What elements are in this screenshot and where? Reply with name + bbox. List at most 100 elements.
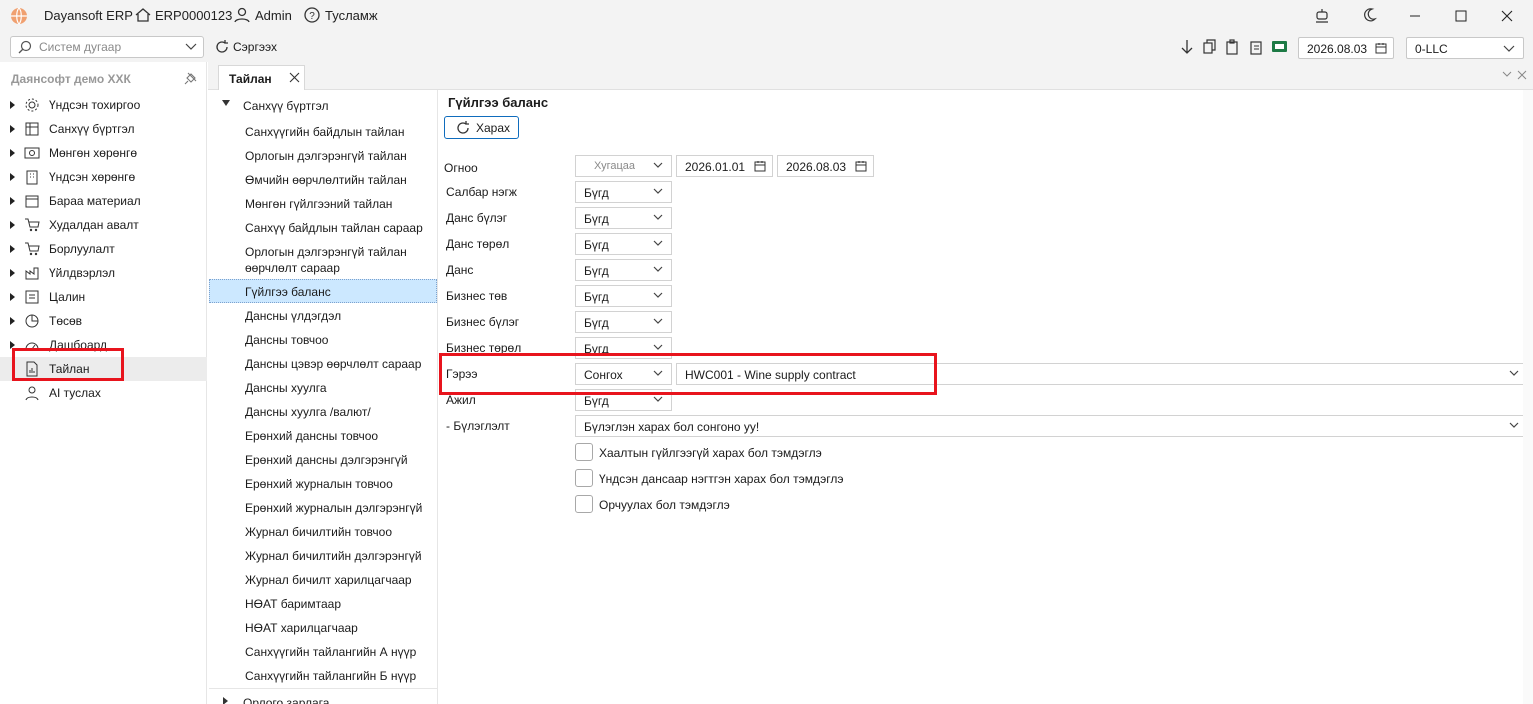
expand-arrow-icon[interactable] (10, 101, 15, 109)
expand-arrow-icon[interactable] (10, 317, 15, 325)
expand-arrow-icon[interactable] (10, 269, 15, 277)
help-icon[interactable]: ? (303, 6, 321, 24)
business-group-select[interactable]: Бүгд (575, 311, 672, 333)
expand-arrow-icon[interactable] (10, 221, 15, 229)
date-to-picker[interactable]: 2026.08.03 (777, 155, 874, 177)
report-item[interactable]: Санхүү байдлын тайлан сараар (245, 221, 423, 235)
account-group-select[interactable]: Бүгд (575, 207, 672, 229)
expand-arrow-icon[interactable] (223, 697, 228, 704)
report-item[interactable]: Мөнгөн гүйлгээний тайлан (245, 197, 392, 211)
sidebar-item-sales[interactable]: Борлуулалт (0, 237, 207, 261)
report-item[interactable]: Санхүүгийн байдлын тайлан (245, 125, 404, 139)
report-item-selected[interactable]: Гүйлгээ баланс (245, 285, 331, 299)
expand-arrow-icon[interactable] (10, 173, 15, 181)
report-item[interactable]: Ерөнхий журналын товчоо (245, 477, 393, 491)
sidebar-item-purchasing[interactable]: Худалдан авалт (0, 213, 207, 237)
chevron-down-icon[interactable] (1502, 71, 1512, 79)
report-item[interactable]: Санхүүгийн тайлангийн Б нүүр (245, 669, 416, 683)
paste-icon[interactable] (1225, 39, 1241, 55)
close-window-button[interactable] (1484, 0, 1530, 32)
report-item[interactable]: Дансны хуулга /валют/ (245, 405, 371, 419)
report-item[interactable]: Орлогын дэлгэрэнгүй тайлан (245, 149, 407, 163)
branch-label: Салбар нэгж (446, 185, 517, 199)
database-code[interactable]: ERP0000123 (155, 8, 232, 23)
sidebar-item-fixed-assets[interactable]: Үндсэн хөрөнгө (0, 165, 207, 189)
calendar-icon[interactable] (855, 160, 867, 172)
report-item[interactable]: Журнал бичилтийн товчоо (245, 525, 392, 539)
business-group-label: Бизнес бүлэг (446, 315, 520, 329)
branch-select[interactable]: Бүгд (575, 181, 672, 203)
company-select[interactable]: 0-LLC (1406, 37, 1524, 59)
report-item[interactable]: НӨАТ харилцагчаар (245, 621, 358, 635)
chevron-down-icon[interactable] (185, 42, 197, 52)
account-type-select[interactable]: Бүгд (575, 233, 672, 255)
sidebar-item-salary[interactable]: Цалин (0, 285, 207, 309)
expand-arrow-icon[interactable] (10, 149, 15, 157)
report-item[interactable]: Ерөнхий дансны дэлгэрэнгүй (245, 453, 408, 467)
sidebar-item-label: Үндсэн тохиргоо (49, 98, 141, 112)
calendar-icon[interactable] (1375, 42, 1387, 54)
sidebar-item-production[interactable]: Үйлдвэрлэл (0, 261, 207, 285)
sidebar-item-basic-settings[interactable]: Үндсэн тохиргоо (0, 93, 207, 117)
report-item[interactable]: Өмчийн өөрчлөлтийн тайлан (245, 173, 407, 187)
expand-arrow-icon[interactable] (10, 293, 15, 301)
user-name[interactable]: Admin (255, 8, 292, 23)
divider (209, 688, 437, 689)
grouping-select[interactable]: Бүлэглэн харах бол сонгоно уу! (575, 415, 1528, 437)
sidebar-item-finance[interactable]: Санхүү бүртгэл (0, 117, 207, 141)
user-icon[interactable] (233, 6, 251, 24)
account-select[interactable]: Бүгд (575, 259, 672, 281)
tab-report[interactable]: Тайлан (218, 65, 305, 90)
report-item[interactable]: Орлогын дэлгэрэнгүй тайлан (245, 245, 407, 259)
expand-arrow-icon[interactable] (10, 125, 15, 133)
business-center-select[interactable]: Бүгд (575, 285, 672, 307)
close-icon[interactable] (1517, 70, 1527, 80)
excel-export-icon[interactable] (1271, 38, 1288, 55)
maximize-button[interactable] (1438, 0, 1484, 32)
report-group-finance[interactable]: Санхүү бүртгэл (243, 99, 328, 113)
assistant-robot-icon[interactable] (1313, 6, 1331, 24)
help-link[interactable]: Тусламж (325, 8, 378, 23)
salary-icon (25, 290, 39, 304)
translate-checkbox[interactable] (575, 495, 593, 513)
vertical-scrollbar[interactable] (1523, 90, 1533, 704)
collapse-arrow-icon[interactable] (222, 100, 230, 106)
clipboard-icon[interactable] (1248, 39, 1264, 55)
report-item[interactable]: Журнал бичилтийн дэлгэрэнгүй (245, 549, 422, 563)
report-item[interactable]: Дансны үлдэгдэл (245, 309, 341, 323)
sidebar-item-ai-assistant[interactable]: AI туслах (0, 381, 207, 405)
view-button[interactable]: Харах (444, 116, 519, 139)
copy-icon[interactable] (1202, 39, 1218, 55)
sidebar-item-inventory[interactable]: Бараа материал (0, 189, 207, 213)
download-arrow-icon[interactable] (1179, 39, 1195, 55)
report-item[interactable]: Журнал бичилт харилцагчаар (245, 573, 412, 587)
system-number-input[interactable] (39, 39, 179, 55)
dark-mode-moon-icon[interactable] (1360, 6, 1378, 24)
report-item[interactable]: Дансны хуулга (245, 381, 327, 395)
close-tab-icon[interactable] (289, 72, 300, 83)
system-number-search[interactable] (10, 36, 204, 58)
pin-icon[interactable] (183, 72, 197, 86)
report-item[interactable]: Дансны товчоо (245, 333, 328, 347)
minimize-button[interactable] (1392, 0, 1438, 32)
period-select[interactable]: Хугацаа (575, 155, 672, 177)
sidebar-item-budget[interactable]: Төсөв (0, 309, 207, 333)
calendar-icon[interactable] (754, 160, 766, 172)
expand-arrow-icon[interactable] (10, 245, 15, 253)
report-item[interactable]: Ерөнхий журналын дэлгэрэнгүй (245, 501, 422, 515)
chevron-down-icon (653, 344, 663, 350)
exclude-closing-checkbox[interactable] (575, 443, 593, 461)
sidebar-item-cash[interactable]: Мөнгөн хөрөнгө (0, 141, 207, 165)
report-item[interactable]: Дансны цэвэр өөрчлөлт сараар (245, 357, 421, 371)
report-item[interactable]: Ерөнхий дансны товчоо (245, 429, 378, 443)
report-item-line2[interactable]: өөрчлөлт сараар (245, 261, 340, 275)
account-group-value: Бүгд (584, 212, 609, 226)
working-date-picker[interactable]: 2026.08.03 (1298, 37, 1394, 59)
report-group-income[interactable]: Орлого зарлага (243, 696, 329, 704)
report-item[interactable]: НӨАТ баримтаар (245, 597, 341, 611)
report-item[interactable]: Санхүүгийн тайлангийн А нүүр (245, 645, 416, 659)
home-icon[interactable] (134, 6, 152, 24)
group-by-main-account-checkbox[interactable] (575, 469, 593, 487)
expand-arrow-icon[interactable] (10, 197, 15, 205)
date-from-picker[interactable]: 2026.01.01 (676, 155, 773, 177)
